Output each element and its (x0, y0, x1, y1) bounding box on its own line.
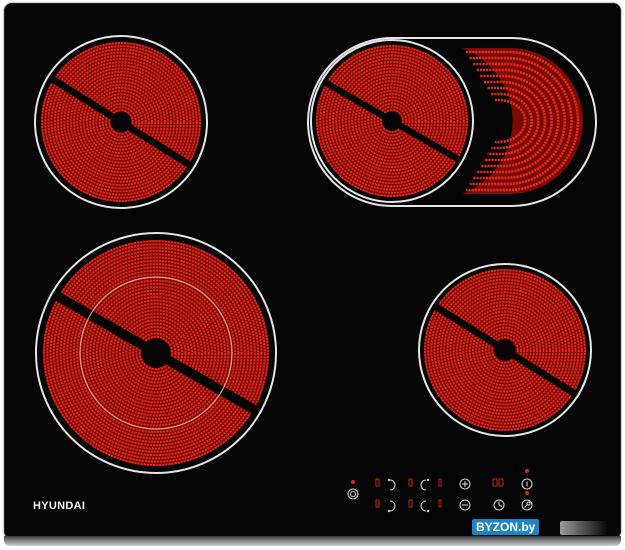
zone-select-icon[interactable] (389, 500, 396, 512)
oval-extension-heater (462, 48, 583, 194)
minus-icon[interactable] (459, 499, 471, 511)
zone-front-right (418, 263, 592, 437)
key-icon[interactable] (521, 499, 533, 511)
zone-select-icon[interactable] (420, 479, 427, 491)
brand-logo: HYUNDAI (33, 500, 86, 512)
lock-indicator (525, 491, 529, 495)
timer-display (492, 478, 504, 487)
info-icon[interactable] (521, 478, 533, 490)
watermark-tail (560, 521, 608, 535)
zone-front-left-dual (35, 232, 277, 474)
zone-rear-left (34, 35, 208, 209)
product-photo: HYUNDAI BYZON.by (0, 0, 625, 550)
power-indicator (351, 480, 355, 484)
plus-icon[interactable] (459, 478, 471, 490)
zone-select-icon[interactable] (420, 500, 427, 512)
zone4-display (408, 499, 413, 508)
zone1-display (375, 478, 380, 487)
status-indicator (525, 469, 529, 473)
zone3-display (375, 499, 380, 508)
zone-select-icon[interactable] (389, 479, 396, 491)
cooktop-graphics (34, 35, 597, 513)
zone-rear-right-dual (307, 37, 597, 207)
control-panel (347, 469, 533, 513)
zone2-display (408, 478, 413, 487)
power-icon[interactable] (347, 488, 359, 500)
watermark-badge: BYZON.by (472, 519, 540, 535)
clock-icon[interactable] (493, 499, 505, 511)
